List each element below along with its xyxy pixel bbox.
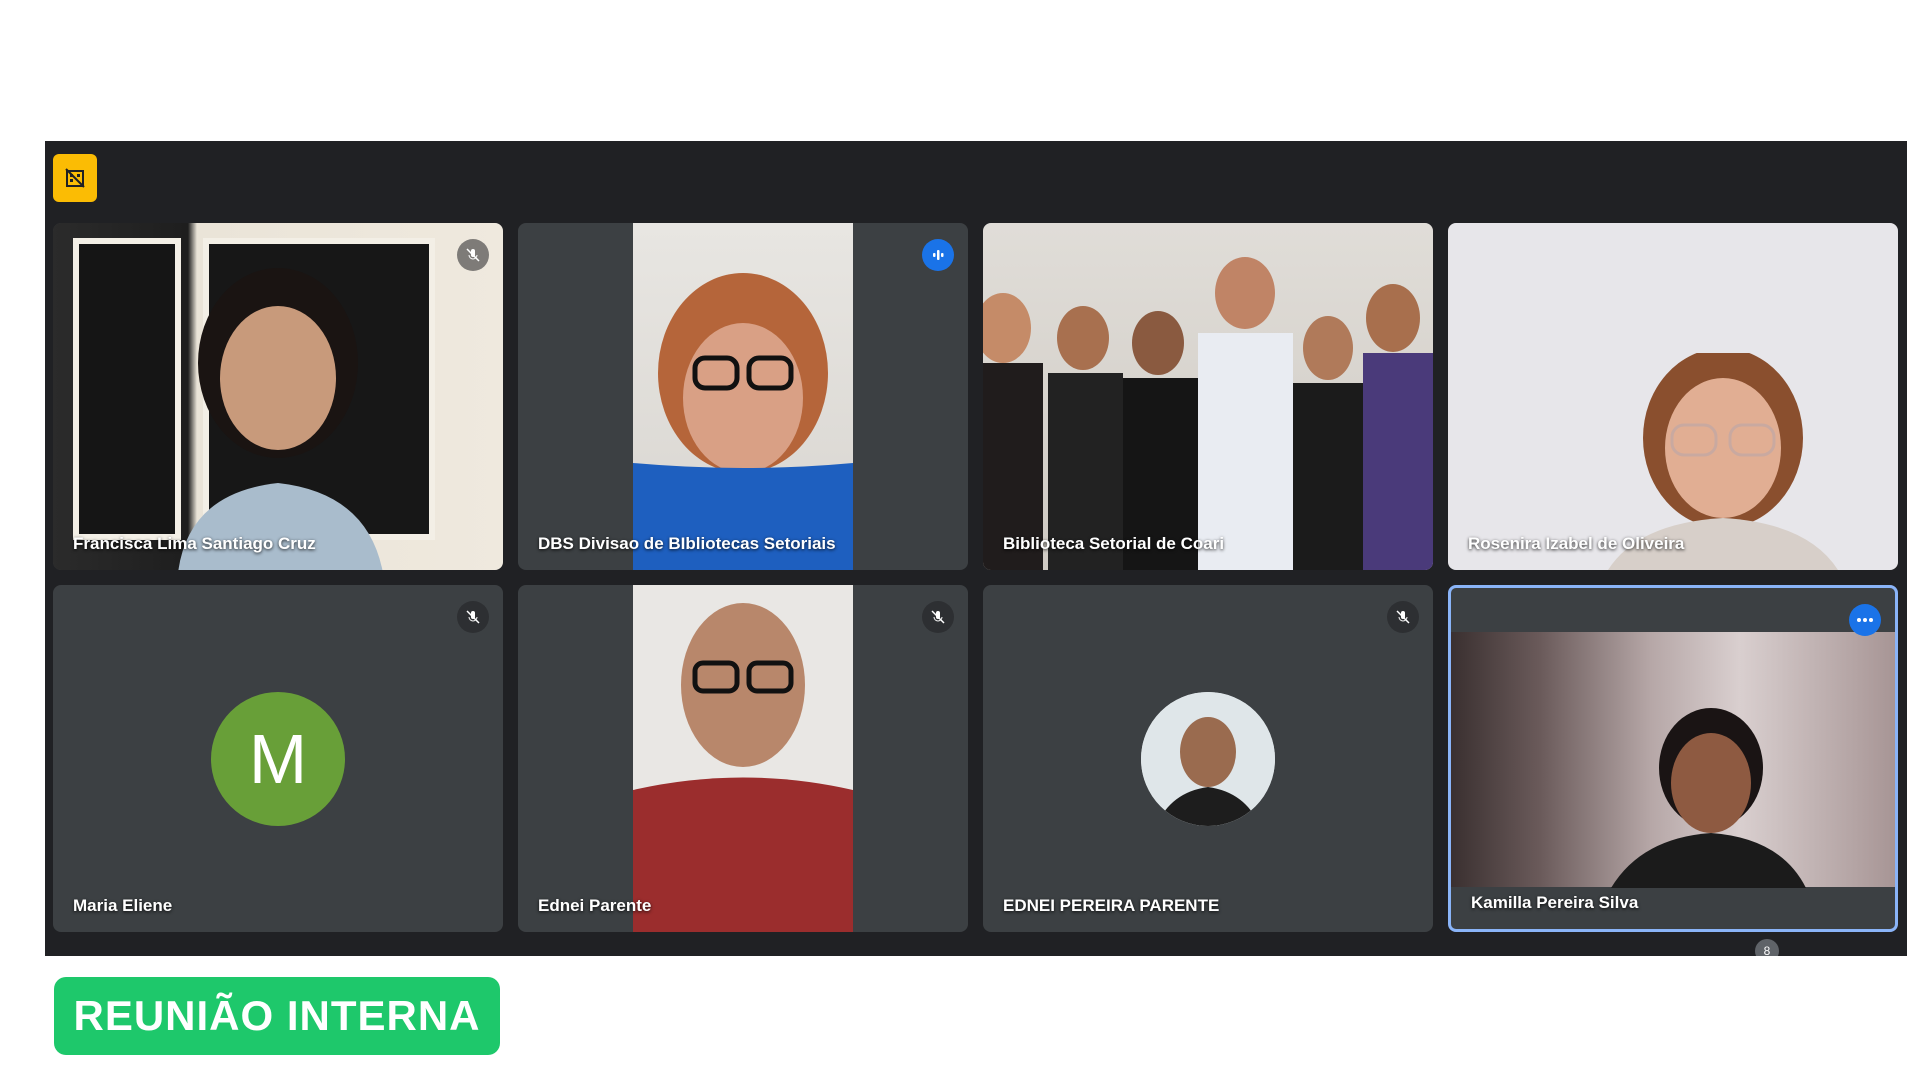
participant-tile[interactable]: DBS Divisao de BIbliotecas Setoriais: [518, 223, 968, 570]
avatar: M: [211, 691, 345, 826]
participant-tile[interactable]: Ednei Parente: [518, 585, 968, 932]
participant-tile[interactable]: EDNEI PEREIRA PARENTE: [983, 585, 1433, 932]
participant-count-badge: 8: [1755, 939, 1779, 956]
mic-off-icon: [1396, 610, 1410, 624]
participant-name: EDNEI PEREIRA PARENTE: [1003, 896, 1220, 915]
mic-off-icon: [931, 610, 945, 624]
meeting-type-banner: REUNIÃO INTERNA: [54, 977, 500, 1055]
mic-off-icon: [466, 610, 480, 624]
mic-muted-indicator: [1387, 601, 1419, 633]
participant-name: Francisca Lima Santiago Cruz: [73, 534, 316, 553]
participant-tile-selected[interactable]: Kamilla Pereira Silva: [1448, 585, 1898, 932]
no-camera-building-icon: [65, 168, 85, 188]
participant-name: DBS Divisao de BIbliotecas Setoriais: [538, 534, 836, 553]
participant-name: Biblioteca Setorial de Coari: [1003, 534, 1225, 553]
participant-name: Rosenira Izabel de Oliveira: [1468, 534, 1685, 553]
participant-video: [633, 273, 853, 570]
participant-tile[interactable]: Biblioteca Setorial de Coari: [983, 223, 1433, 570]
audio-level-icon: [933, 250, 944, 260]
participant-video: [1611, 708, 1806, 888]
participant-tile[interactable]: M Maria Eliene: [53, 585, 503, 932]
participant-tile[interactable]: Rosenira Izabel de Oliveira: [1448, 223, 1898, 570]
mic-muted-indicator: [457, 239, 489, 271]
participant-video: [983, 257, 1433, 570]
mic-muted-indicator: [922, 601, 954, 633]
participant-photo: [1141, 691, 1275, 826]
participant-name: Maria Eliene: [73, 896, 173, 915]
participant-tile[interactable]: Francisca Lima Santiago Cruz: [53, 223, 503, 570]
profile-photo: [1141, 691, 1275, 826]
more-dots-icon: [1857, 618, 1873, 622]
speaking-indicator: [922, 239, 954, 271]
more-options-button[interactable]: [1849, 604, 1881, 636]
participant-video: [178, 268, 383, 570]
participant-video: [633, 603, 853, 932]
mic-off-icon: [466, 248, 480, 262]
participant-name: Ednei Parente: [538, 896, 652, 915]
recording-badge[interactable]: [53, 154, 97, 202]
meeting-grid: Francisca Lima Santiago Cruz DBS Divisao…: [45, 141, 1907, 956]
participant-name: Kamilla Pereira Silva: [1471, 893, 1639, 912]
mic-muted-indicator: [457, 601, 489, 633]
